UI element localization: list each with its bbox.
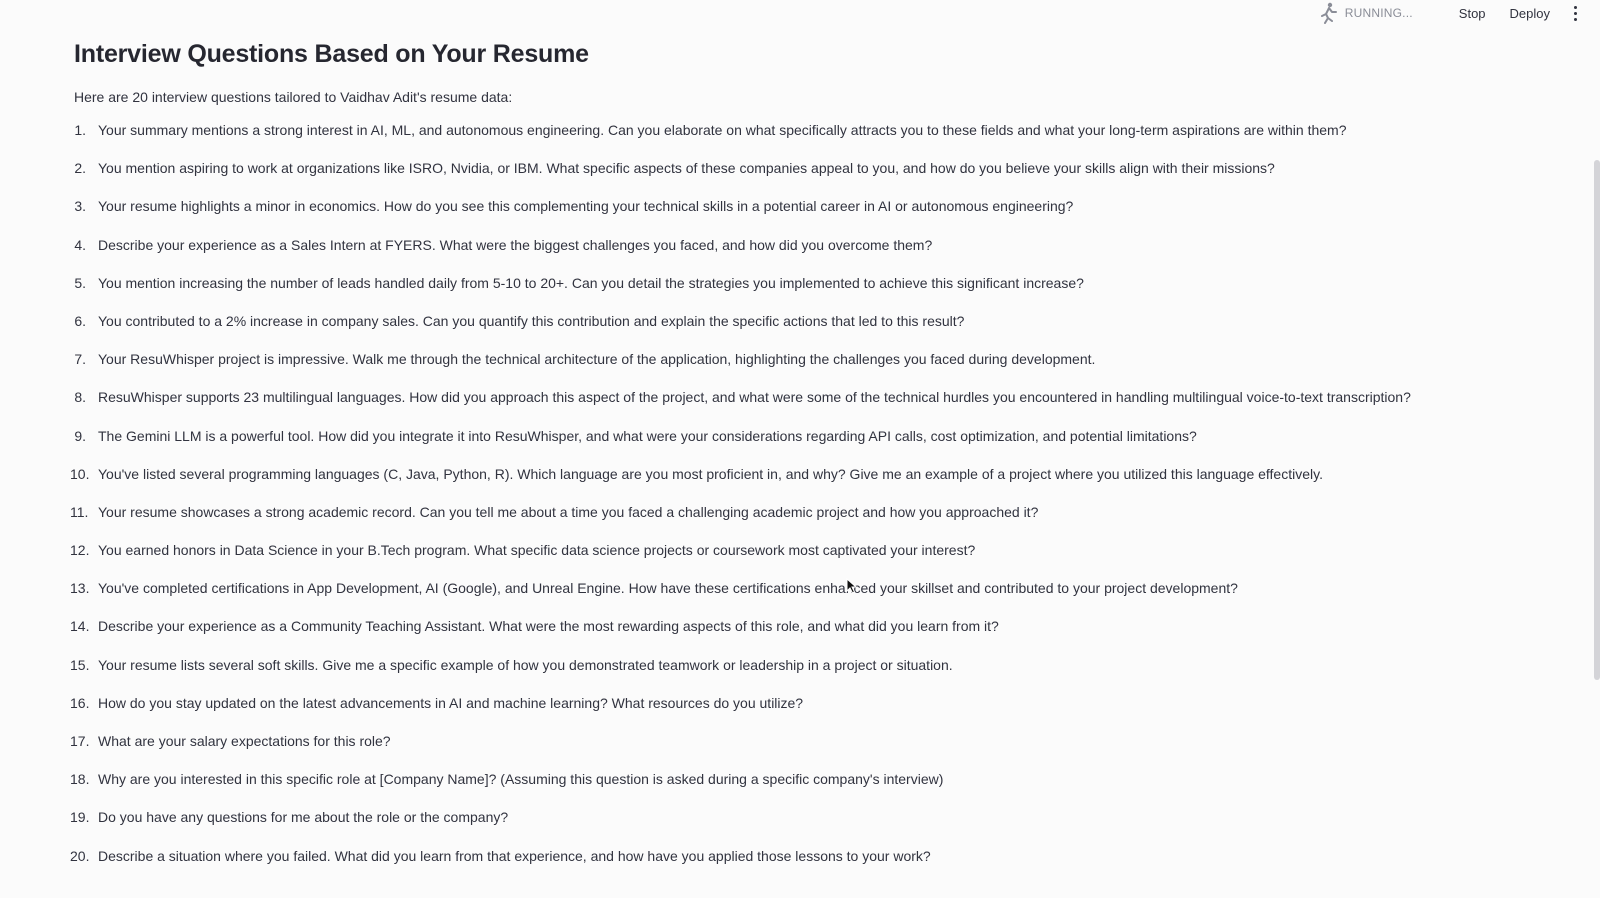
question-text: You contributed to a 2% increase in comp… [98, 312, 965, 329]
page-title: Interview Questions Based on Your Resume [74, 40, 589, 68]
intro-text: Here are 20 interview questions tailored… [74, 89, 513, 105]
main-content: Interview Questions Based on Your Resume… [70, 40, 1534, 885]
question-text: Describe your experience as a Sales Inte… [98, 236, 933, 253]
question-list: 1. Your summary mentions a strong interes… [70, 121, 1534, 885]
question-item: 4. Describe your experience as a Sales In… [74, 236, 1534, 274]
question-text: Describe your experience as a Community … [98, 618, 999, 635]
question-item: 6. You contributed to a 2% increase in co… [74, 312, 1534, 350]
question-text: Do you have any questions for me about t… [98, 809, 509, 826]
question-item: 18. Why are you interested in this specif… [70, 770, 1534, 808]
running-status: RUNNING... [1319, 2, 1413, 24]
question-number: 13. [70, 580, 90, 597]
question-text: You've listed several programming langua… [98, 465, 1323, 482]
question-item: 1. Your summary mentions a strong interes… [74, 121, 1534, 159]
question-item: 12. You earned honors in Data Science in … [70, 541, 1534, 579]
question-text: What are your salary expectations for th… [98, 733, 391, 749]
question-item: 16. How do you stay updated on the latest… [70, 694, 1534, 732]
question-item: 14. Describe your experience as a Communi… [70, 617, 1534, 655]
question-text: ResuWhisper supports 23 multilingual lan… [98, 389, 1411, 406]
question-item: 19. Do you have any questions for me abou… [70, 808, 1534, 846]
question-number: 10. [70, 465, 90, 482]
question-text: You earned honors in Data Science in you… [98, 542, 976, 559]
question-number: 18. [70, 771, 90, 788]
question-number: 19. [70, 809, 90, 826]
question-number: 20. [70, 847, 90, 864]
question-item: 20. Describe a situation where you failed… [70, 847, 1534, 885]
deploy-button[interactable]: Deploy [1510, 6, 1550, 21]
running-person-icon [1319, 2, 1337, 24]
question-item: 13. You've completed certifications in Ap… [70, 579, 1534, 617]
question-item: 5. You mention increasing the number of l… [74, 274, 1534, 312]
app-toolbar: RUNNING... Stop Deploy [0, 0, 1600, 26]
question-number: 9. [74, 427, 86, 444]
question-number: 3. [74, 198, 86, 215]
question-number: 14. [70, 618, 90, 635]
question-number: 2. [74, 160, 86, 177]
question-number: 6. [74, 312, 86, 329]
question-number: 11. [70, 503, 89, 520]
question-text: Your resume highlights a minor in econom… [98, 198, 1074, 215]
question-item: 3. Your resume highlights a minor in econ… [74, 197, 1534, 235]
question-item: 10. You've listed several programming lan… [70, 465, 1534, 503]
question-text: Your resume lists several soft skills. G… [98, 656, 953, 673]
status-text: RUNNING... [1344, 6, 1413, 20]
question-number: 8. [74, 389, 86, 406]
stop-button[interactable]: Stop [1459, 6, 1486, 21]
question-number: 4. [74, 236, 86, 253]
question-number: 5. [74, 274, 86, 291]
question-text: Why are you interested in this specific … [98, 771, 944, 788]
question-text: You mention increasing the number of lea… [98, 274, 1084, 291]
question-number: 17. [70, 733, 90, 749]
question-text: Your resume showcases a strong academic … [98, 503, 1039, 520]
question-item: 11. Your resume showcases a strong academ… [70, 503, 1534, 541]
question-number: 12. [70, 542, 90, 559]
question-item: 15. Your resume lists several soft skills… [70, 656, 1534, 694]
question-item: 17. What are your salary expectations for… [70, 732, 1534, 770]
question-item: 2. You mention aspiring to work at organi… [74, 159, 1534, 197]
question-item: 7. Your ResuWhisper project is impressive… [74, 350, 1534, 388]
question-item: 9. The Gemini LLM is a powerful tool. How… [74, 427, 1534, 465]
kebab-menu-icon[interactable] [1574, 5, 1578, 21]
question-text: The Gemini LLM is a powerful tool. How d… [98, 427, 1197, 444]
question-text: Describe a situation where you failed. W… [98, 847, 931, 864]
question-number: 1. [74, 122, 86, 138]
question-number: 16. [70, 694, 90, 711]
question-number: 15. [70, 656, 90, 673]
question-text: Your ResuWhisper project is impressive. … [98, 351, 1096, 368]
question-number: 7. [74, 351, 86, 368]
question-text: You mention aspiring to work at organiza… [98, 160, 1275, 177]
question-text: You've completed certifications in App D… [98, 580, 1238, 597]
question-text: Your summary mentions a strong interest … [98, 122, 1347, 138]
scrollbar[interactable] [1594, 160, 1600, 680]
question-text: How do you stay updated on the latest ad… [98, 694, 804, 711]
question-item: 8. ResuWhisper supports 23 multilingual l… [74, 388, 1534, 426]
mouse-cursor-icon [846, 577, 858, 599]
